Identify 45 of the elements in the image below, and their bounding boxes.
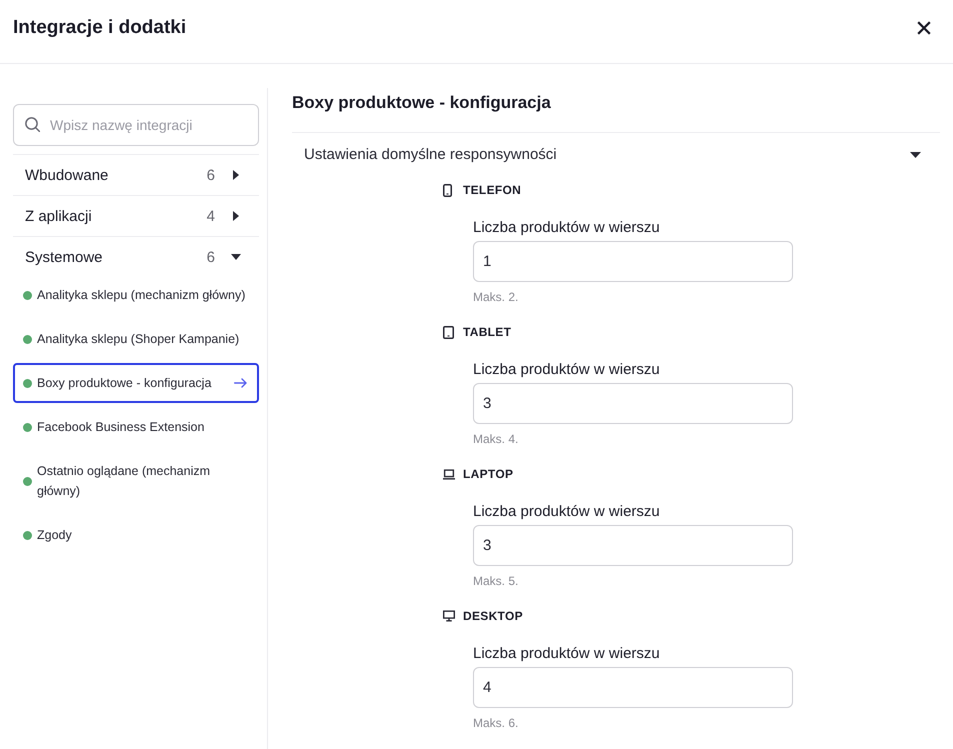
hint-text: Maks. 2. (473, 290, 518, 305)
search-icon (25, 117, 40, 132)
field-label: Liczba produktów w wierszu (473, 218, 660, 238)
field-label: Liczba produktów w wierszu (473, 644, 660, 664)
integration-item[interactable]: Ostatnio oglądane (mechanizm główny) (13, 451, 259, 511)
item-count: 6 (206, 248, 215, 266)
status-dot-icon (23, 422, 32, 432)
page-heading: Boxy produktowe - konfiguracja (292, 88, 940, 133)
integration-item[interactable]: Analityka sklepu (mechanizm główny) (13, 275, 259, 315)
input-field[interactable]: 4 (473, 667, 793, 708)
integration-item[interactable]: Analityka sklepu (Shoper Kampanie) (13, 319, 259, 359)
tablet-icon (443, 326, 454, 338)
category-item[interactable]: Systemowe 6 (13, 236, 259, 277)
arrow-right-icon (234, 378, 247, 388)
status-dot-icon (23, 290, 32, 300)
close-icon[interactable] (917, 21, 931, 35)
window-title: Integracje i dodatki (13, 16, 186, 40)
status-dot-icon (23, 334, 32, 344)
device-label: LAPTOP (463, 467, 514, 481)
status-dot-icon (23, 476, 32, 486)
status-dot-icon (23, 378, 32, 388)
status-dot-icon (23, 530, 32, 540)
accordion-header[interactable]: Ustawienia domyślne responsywności (292, 133, 940, 176)
phone-icon (443, 184, 452, 196)
category-item[interactable]: Wbudowane 6 (13, 154, 259, 195)
hint-text: Maks. 4. (473, 432, 518, 447)
integration-item[interactable]: Facebook Business Extension (13, 407, 259, 447)
item-count: 4 (206, 208, 215, 224)
laptop-icon (443, 468, 455, 480)
input-field[interactable]: 3 (473, 383, 793, 424)
input-field[interactable]: 3 (473, 525, 793, 566)
integration-item[interactable]: Zgody (13, 515, 259, 555)
field-label: Liczba produktów w wierszu (473, 502, 660, 522)
device-label: DESKTOP (463, 609, 523, 623)
hint-text: Maks. 5. (473, 574, 518, 589)
field-label: Liczba produktów w wierszu (473, 360, 660, 380)
search-field[interactable]: Wpisz nazwę integracji (13, 104, 259, 146)
item-count: 6 (206, 166, 215, 184)
device-label: TELEFON (463, 183, 522, 197)
input-field[interactable]: 1 (473, 241, 793, 282)
integration-item[interactable]: Boxy produktowe - konfiguracja (13, 363, 259, 403)
device-label: TABLET (463, 325, 512, 339)
monitor-icon (443, 610, 455, 622)
category-item[interactable]: Z aplikacji 4 (13, 195, 259, 236)
hint-text: Maks. 6. (473, 716, 518, 731)
